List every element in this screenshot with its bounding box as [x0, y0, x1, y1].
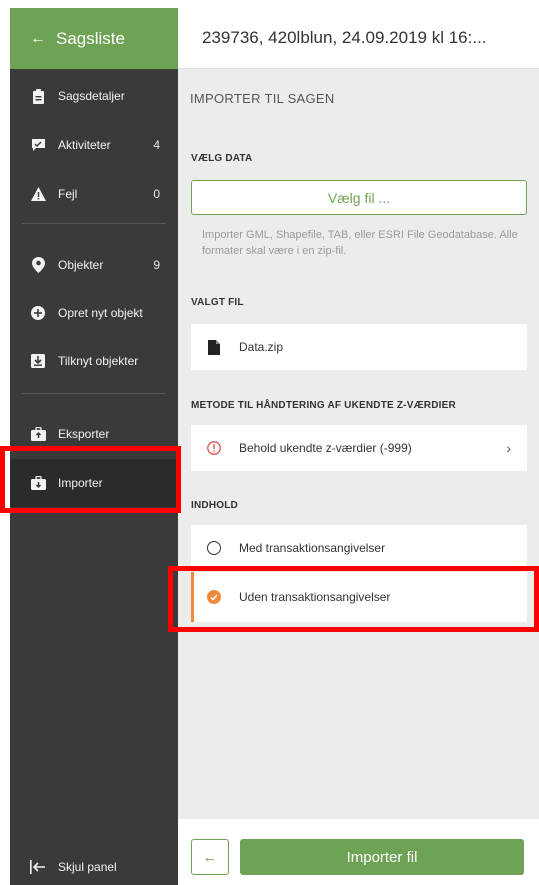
selected-file-name: Data.zip	[239, 340, 284, 354]
radio-checked-icon	[205, 590, 223, 604]
object-count: 9	[153, 258, 160, 272]
activity-count: 4	[153, 138, 160, 152]
sidebar: ← Sagsliste Sagsdetaljer Aktiviteter 4 F…	[10, 8, 178, 885]
info-circle-icon	[205, 441, 223, 455]
error-count: 0	[153, 187, 160, 201]
case-title: 239736, 420lblun, 24.09.2019 kl 16:...	[202, 28, 487, 47]
back-to-case-list-button[interactable]: ← Sagsliste	[10, 8, 178, 69]
content-label: INDHOLD	[191, 500, 238, 511]
sidebar-item-aktiviteter[interactable]: Aktiviteter 4	[10, 130, 178, 160]
choose-data-label: VÆLG DATA	[191, 153, 253, 164]
selected-file-card: Data.zip	[191, 324, 527, 370]
case-title-bar: 239736, 420lblun, 24.09.2019 kl 16:...	[178, 8, 539, 69]
warning-icon	[30, 186, 46, 202]
sidebar-divider	[22, 223, 166, 224]
chevron-right-icon: ›	[506, 440, 511, 456]
choose-file-button[interactable]: Vælg fil ...	[191, 180, 527, 215]
radio-unchecked-icon	[205, 541, 223, 555]
selected-indicator	[191, 572, 194, 622]
sidebar-item-label: Fejl	[58, 187, 78, 201]
hide-panel-label: Skjul panel	[58, 860, 117, 874]
sidebar-item-label: Opret nyt objekt	[58, 306, 143, 320]
briefcase-import-icon	[30, 475, 46, 491]
selected-file-label: VALGT FIL	[191, 297, 244, 308]
sidebar-divider	[22, 393, 166, 394]
import-file-button[interactable]: Importer fil	[240, 839, 524, 875]
sidebar-item-label: Eksporter	[58, 427, 110, 441]
content-option-label: Med transaktionsangivelser	[239, 541, 386, 555]
z-value-method-selector[interactable]: Behold ukendte z-værdier (-999) ›	[191, 425, 527, 471]
sidebar-item-label: Sagsdetaljer	[58, 89, 125, 103]
sidebar-item-eksporter[interactable]: Eksporter	[10, 419, 178, 449]
collapse-left-icon	[30, 859, 46, 875]
file-icon	[205, 339, 223, 355]
content-option-uden[interactable]: Uden transaktionsangivelser	[191, 572, 527, 622]
sidebar-item-objekter[interactable]: Objekter 9	[10, 250, 178, 280]
content-option-med[interactable]: Med transaktionsangivelser	[191, 525, 527, 571]
sidebar-item-label: Tilknyt objekter	[58, 354, 139, 368]
hide-panel-button[interactable]: Skjul panel	[10, 852, 178, 882]
sidebar-item-label: Importer	[58, 476, 103, 490]
import-panel: IMPORTER TIL SAGEN VÆLG DATA Vælg fil ..…	[178, 69, 539, 819]
action-footer: ← Importer fil	[178, 819, 539, 885]
sidebar-item-fejl[interactable]: Fejl 0	[10, 179, 178, 209]
briefcase-export-icon	[30, 426, 46, 442]
case-list-label: Sagsliste	[56, 28, 125, 48]
arrow-left-icon: ←	[202, 848, 218, 866]
import-help-text: Importer GML, Shapefile, TAB, eller ESRI…	[202, 229, 518, 257]
clipboard-icon	[30, 88, 46, 104]
plus-circle-icon	[30, 305, 46, 321]
sidebar-item-importer[interactable]: Importer	[10, 459, 178, 507]
back-button[interactable]: ←	[191, 839, 229, 875]
sidebar-item-opret-nyt-objekt[interactable]: Opret nyt objekt	[10, 298, 178, 328]
sidebar-item-tilknyt-objekter[interactable]: Tilknyt objekter	[10, 346, 178, 376]
method-label: METODE TIL HÅNDTERING AF UKENDTE Z-VÆRDI…	[191, 400, 456, 411]
activity-chat-icon	[30, 137, 46, 153]
sidebar-item-label: Objekter	[58, 258, 104, 272]
sidebar-item-label: Aktiviteter	[58, 138, 111, 152]
sidebar-item-sagsdetaljer[interactable]: Sagsdetaljer	[10, 81, 178, 111]
page-title: IMPORTER TIL SAGEN	[190, 91, 335, 106]
download-box-icon	[30, 353, 46, 369]
content-option-label: Uden transaktionsangivelser	[239, 590, 391, 604]
arrow-left-icon: ←	[30, 29, 46, 47]
z-value-method-value: Behold ukendte z-værdier (-999)	[239, 441, 412, 455]
map-pin-icon	[30, 257, 46, 273]
